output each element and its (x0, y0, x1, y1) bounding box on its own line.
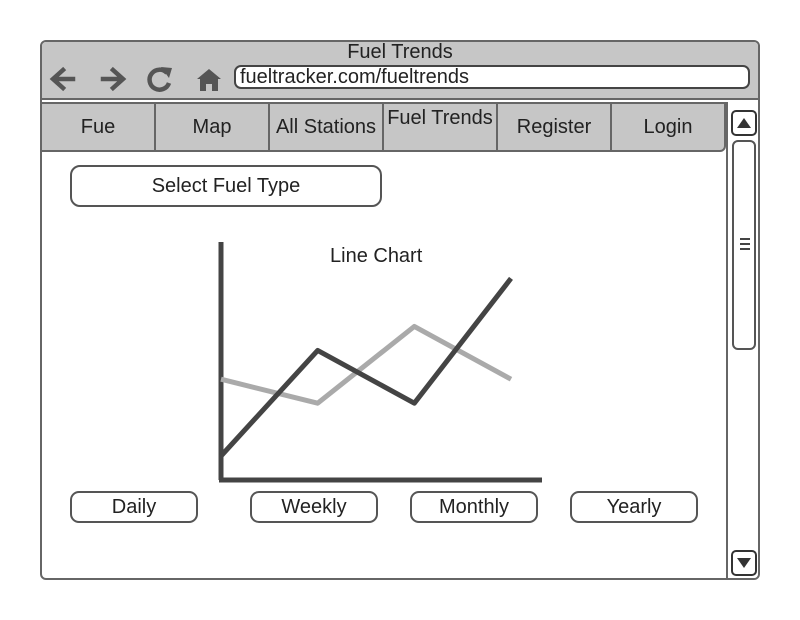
grip-line (740, 248, 750, 250)
grip-line (740, 243, 750, 245)
vertical-scrollbar[interactable] (726, 102, 758, 578)
scroll-up-button[interactable] (731, 110, 757, 136)
title-bar: Fuel Trends fueltracker.com/fueltrends (42, 42, 758, 100)
scroll-down-button[interactable] (731, 550, 757, 576)
home-icon[interactable] (194, 64, 224, 94)
monthly-button[interactable]: Monthly (410, 491, 538, 523)
grip-line (740, 238, 750, 240)
select-fuel-type-button[interactable]: Select Fuel Type (70, 165, 382, 207)
tab-map[interactable]: Map (156, 104, 270, 150)
nav-tabs: Fue Map All Stations Fuel Trends Registe… (42, 102, 726, 152)
tab-register[interactable]: Register (498, 104, 612, 150)
daily-button[interactable]: Daily (70, 491, 198, 523)
scroll-thumb[interactable] (732, 140, 756, 350)
tab-all-stations[interactable]: All Stations (270, 104, 384, 150)
window-title: Fuel Trends (347, 41, 453, 63)
browser-window: Fuel Trends fueltracker.com/fueltrends F… (40, 40, 760, 580)
triangle-up-icon (737, 118, 751, 128)
weekly-button[interactable]: Weekly (250, 491, 378, 523)
back-arrow-icon[interactable] (47, 64, 77, 94)
forward-arrow-icon[interactable] (99, 64, 129, 94)
reload-icon[interactable] (145, 64, 175, 94)
tab-login[interactable]: Login (612, 104, 724, 150)
line-chart (218, 242, 542, 483)
tab-fue[interactable]: Fue (42, 104, 156, 150)
triangle-down-icon (737, 558, 751, 568)
tab-fuel-trends[interactable]: Fuel Trends (384, 104, 498, 150)
yearly-button[interactable]: Yearly (570, 491, 698, 523)
url-field[interactable]: fueltracker.com/fueltrends (234, 65, 750, 89)
